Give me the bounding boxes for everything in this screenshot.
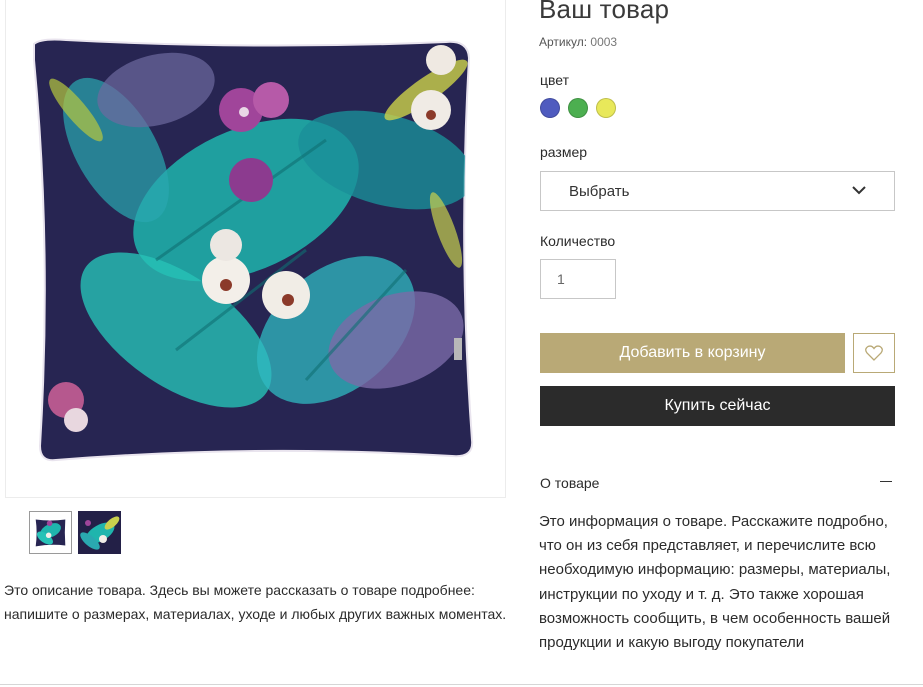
accordion-title[interactable]: О товаре (540, 475, 599, 491)
size-dropdown-value: Выбрать (569, 183, 630, 200)
color-swatch-green[interactable] (568, 98, 588, 118)
chevron-down-icon (852, 186, 866, 195)
thumbnail-1[interactable] (29, 511, 72, 554)
product-main-image[interactable] (5, 0, 506, 498)
pattern-thumbnail-image (78, 511, 121, 554)
quantity-input[interactable] (540, 259, 616, 299)
size-dropdown[interactable]: Выбрать (540, 171, 895, 211)
thumbnail-2[interactable] (78, 511, 121, 554)
pillow-thumbnail-image (32, 514, 69, 551)
sku-value: 0003 (590, 35, 618, 49)
wishlist-button[interactable] (853, 333, 895, 373)
size-label: размер (540, 144, 588, 160)
minus-icon[interactable] (880, 481, 892, 482)
accordion-content: Это информация о товаре. Расскажите подр… (539, 513, 891, 652)
color-label: цвет (540, 72, 570, 88)
divider (0, 684, 923, 685)
product-description: Это описание товара. Здесь вы можете рас… (4, 582, 507, 622)
product-sku: Артикул: 0003 (539, 35, 617, 49)
color-swatch-blue[interactable] (540, 98, 560, 118)
sku-label: Артикул: (539, 35, 591, 49)
product-title: Ваш товар (539, 0, 670, 24)
quantity-label: Количество (540, 233, 616, 249)
add-to-cart-button[interactable]: Добавить в корзину (540, 333, 845, 373)
pillow-image (33, 38, 474, 462)
color-swatch-yellow[interactable] (596, 98, 616, 118)
buy-now-button[interactable]: Купить сейчас (540, 386, 895, 426)
heart-icon (865, 345, 883, 361)
